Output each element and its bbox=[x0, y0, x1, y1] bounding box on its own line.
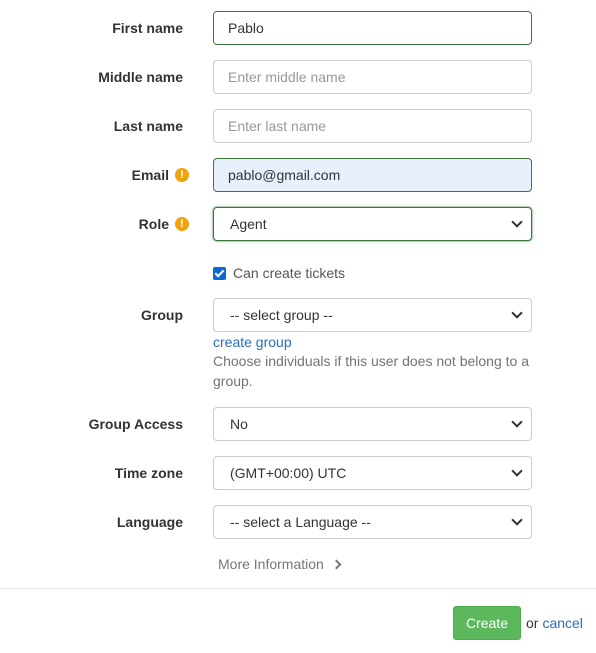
or-text: or bbox=[526, 615, 539, 631]
language-label-text: Language bbox=[116, 514, 183, 530]
email-label: Email ! bbox=[132, 158, 189, 192]
warning-circle-icon: ! bbox=[175, 217, 189, 231]
group-access-selected-value: No bbox=[230, 416, 248, 432]
group-select[interactable]: -- select group -- bbox=[213, 298, 532, 332]
can-create-tickets-row[interactable]: Can create tickets bbox=[213, 264, 345, 282]
chevron-down-icon bbox=[511, 514, 523, 526]
footer-or-cancel: or cancel bbox=[526, 613, 583, 633]
middle-name-label: Middle name bbox=[98, 60, 183, 94]
middle-name-placeholder: Enter middle name bbox=[228, 69, 346, 85]
user-form: First name Pablo Middle name Enter middl… bbox=[0, 0, 596, 588]
middle-name-label-text: Middle name bbox=[98, 69, 183, 85]
last-name-input[interactable]: Enter last name bbox=[213, 109, 532, 143]
role-select[interactable]: Agent bbox=[213, 207, 532, 241]
more-information-toggle[interactable]: More Information bbox=[218, 555, 342, 573]
group-access-label-text: Group Access bbox=[88, 416, 183, 432]
language-label: Language bbox=[117, 505, 183, 539]
warning-circle-icon: ! bbox=[175, 168, 189, 182]
form-footer: Create or cancel bbox=[0, 588, 596, 653]
first-name-input[interactable]: Pablo bbox=[213, 11, 532, 45]
first-name-label: First name bbox=[112, 11, 183, 45]
time-zone-selected-value: (GMT+00:00) UTC bbox=[230, 465, 347, 481]
email-label-text: Email bbox=[131, 167, 169, 183]
group-selected-value: -- select group -- bbox=[230, 307, 333, 323]
role-label-text: Role bbox=[138, 216, 169, 232]
group-help-text: Choose individuals if this user does not… bbox=[213, 353, 529, 389]
cancel-link[interactable]: cancel bbox=[542, 615, 582, 631]
create-group-link[interactable]: create group bbox=[213, 333, 292, 351]
group-label-text: Group bbox=[141, 307, 183, 323]
language-select[interactable]: -- select a Language -- bbox=[213, 505, 532, 539]
first-name-label-text: First name bbox=[112, 20, 183, 36]
email-input[interactable]: pablo@gmail.com bbox=[213, 158, 532, 192]
middle-name-input[interactable]: Enter middle name bbox=[213, 60, 532, 94]
last-name-label: Last name bbox=[114, 109, 183, 143]
chevron-down-icon bbox=[511, 307, 523, 319]
email-value: pablo@gmail.com bbox=[228, 167, 341, 183]
last-name-label-text: Last name bbox=[113, 118, 183, 134]
group-label: Group bbox=[141, 298, 183, 332]
more-information-label: More Information bbox=[218, 556, 324, 572]
chevron-down-icon bbox=[511, 416, 523, 428]
time-zone-select[interactable]: (GMT+00:00) UTC bbox=[213, 456, 532, 490]
can-create-tickets-label: Can create tickets bbox=[233, 265, 346, 281]
time-zone-label-text: Time zone bbox=[114, 465, 183, 481]
chevron-down-icon bbox=[511, 216, 523, 228]
role-selected-value: Agent bbox=[230, 216, 267, 232]
language-selected-value: -- select a Language -- bbox=[230, 514, 371, 530]
first-name-value: Pablo bbox=[228, 20, 264, 36]
chevron-right-icon bbox=[331, 559, 342, 569]
group-access-select[interactable]: No bbox=[213, 407, 532, 441]
last-name-placeholder: Enter last name bbox=[228, 118, 327, 134]
group-access-label: Group Access bbox=[89, 407, 183, 441]
chevron-down-icon bbox=[511, 465, 523, 477]
can-create-tickets-checkbox[interactable] bbox=[213, 266, 226, 280]
create-button[interactable]: Create bbox=[453, 606, 521, 640]
time-zone-label: Time zone bbox=[115, 456, 183, 490]
role-label: Role ! bbox=[139, 207, 189, 241]
